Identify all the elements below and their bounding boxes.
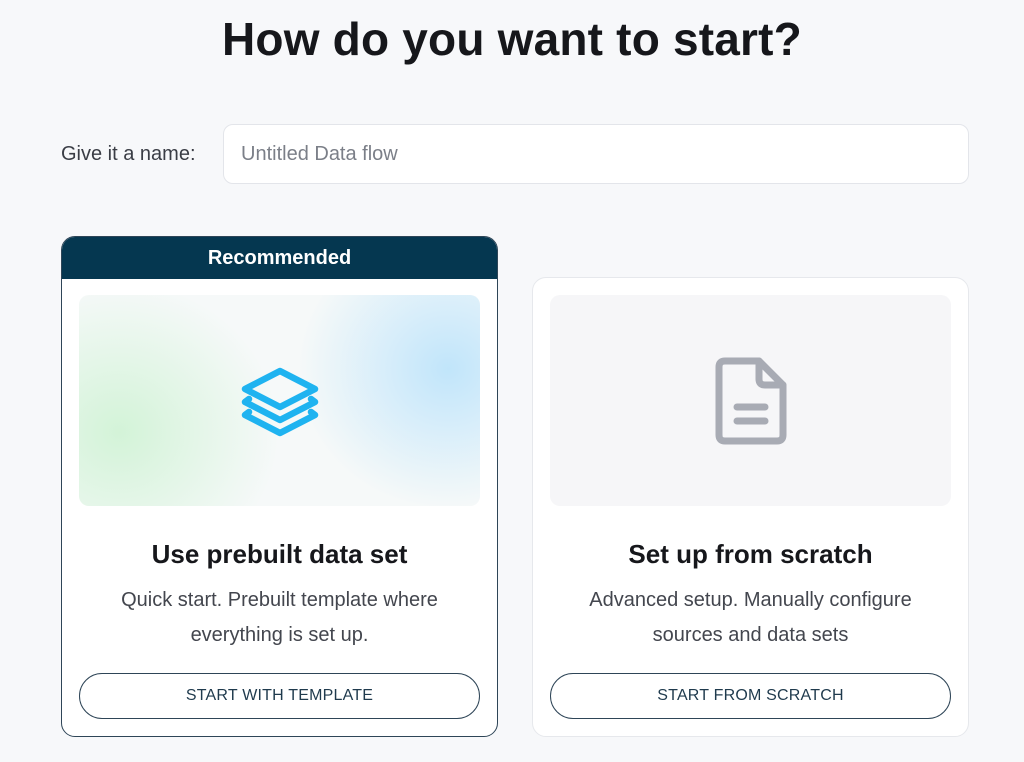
scratch-card[interactable]: Set up from scratch Advanced setup. Manu… <box>532 277 969 737</box>
page-title: How do you want to start? <box>222 13 802 65</box>
recommended-badge: Recommended <box>62 237 497 279</box>
layers-icon <box>241 367 318 436</box>
prebuilt-description: Quick start. Prebuilt template where eve… <box>121 589 438 646</box>
document-icon <box>715 357 786 444</box>
start-with-template-button[interactable]: START WITH TEMPLATE <box>79 673 480 719</box>
prebuilt-card[interactable]: Recommended Use prebuilt data set Quick … <box>61 236 498 737</box>
start-from-scratch-button[interactable]: START FROM SCRATCH <box>550 673 951 719</box>
prebuilt-preview <box>79 295 480 506</box>
scratch-title: Set up from scratch <box>628 539 873 569</box>
prebuilt-title: Use prebuilt data set <box>151 539 408 569</box>
name-input[interactable] <box>223 124 969 184</box>
name-row: Give it a name: <box>61 124 969 184</box>
scratch-description: Advanced setup. Manually configure sourc… <box>589 589 912 646</box>
name-label: Give it a name: <box>61 142 196 165</box>
scratch-preview <box>550 295 951 506</box>
